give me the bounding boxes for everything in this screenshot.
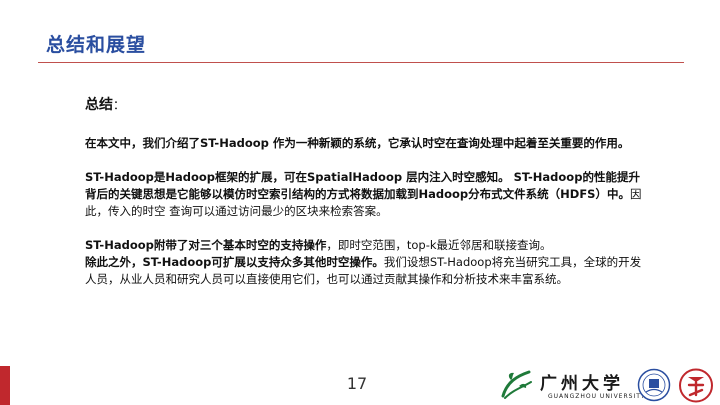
title-divider xyxy=(38,62,684,63)
paragraph-operations-bold-2: 除此之外，ST-Hadoop可扩展以支持众多其他时空操作。 xyxy=(85,255,384,269)
paragraph-architecture: ST-Hadoop是Hadoop框架的扩展，可在SpatialHadoop 层内… xyxy=(85,169,645,220)
university-seal-icon xyxy=(637,368,671,402)
footer-red-accent xyxy=(0,366,10,405)
university-name-english: GUANGZHOU UNIVERSITY xyxy=(548,393,646,400)
paragraph-operations: ST-Hadoop附带了对三个基本时空的支持操作，即时空范围，top-k最近邻居… xyxy=(85,237,645,288)
paragraph-operations-normal-1: ，即时空范围，top-k最近邻居和联接查询。 xyxy=(326,238,552,252)
university-name: 广州大学 xyxy=(540,374,624,394)
emblem-icon xyxy=(679,368,713,403)
paragraph-architecture-bold: ST-Hadoop是Hadoop框架的扩展，可在SpatialHadoop 层内… xyxy=(85,170,640,201)
slide-title: 总结和展望 xyxy=(46,34,147,56)
page-number: 17 xyxy=(346,374,368,393)
summary-heading-colon: ： xyxy=(113,98,126,112)
summary-heading-text: 总结 xyxy=(85,97,113,113)
footer-bar: 17 广州大学 GUANGZHOU UNIVERSITY xyxy=(0,366,720,405)
slide: 总结和展望 总结： 在本文中，我们介绍了ST-Hadoop 作为一种新颖的系统，… xyxy=(0,0,720,405)
summary-heading: 总结： xyxy=(85,96,645,114)
paragraph-operations-bold-1: ST-Hadoop附带了对三个基本时空的支持操作 xyxy=(85,238,327,252)
paragraph-intro: 在本文中，我们介绍了ST-Hadoop 作为一种新颖的系统，它承认时空在查询处理… xyxy=(85,136,630,150)
slide-body: 总结： 在本文中，我们介绍了ST-Hadoop 作为一种新颖的系统，它承认时空在… xyxy=(85,96,645,288)
university-logo-icon xyxy=(501,370,532,399)
